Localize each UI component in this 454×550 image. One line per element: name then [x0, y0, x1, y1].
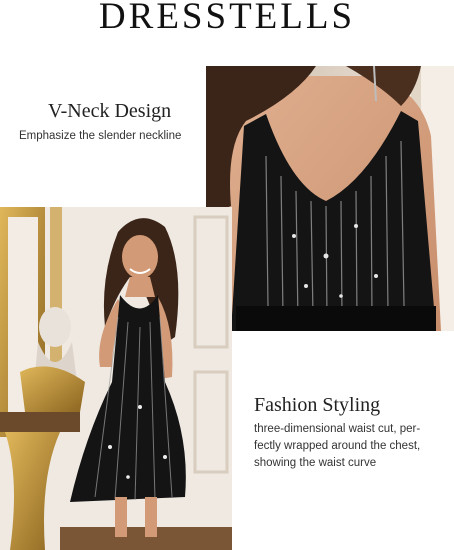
brand-logo: DRESSTELLS	[98, 0, 356, 37]
full-length-dress-photo	[0, 207, 232, 550]
fashion-desc-line: showing the waist curve	[254, 457, 377, 469]
closeup-waistband	[236, 306, 436, 331]
woman-leg-left	[115, 497, 127, 537]
woman-leg-right	[145, 497, 157, 537]
closeup-neckline-photo	[206, 66, 454, 331]
fashion-styling-title: Fashion Styling	[254, 394, 381, 416]
vneck-title: V-Neck Design	[48, 100, 172, 122]
full-illustration	[0, 207, 232, 550]
fashion-desc-line: fectly wrapped around the chest,	[254, 440, 421, 452]
vneck-description: Emphasize the slender neckline	[19, 130, 182, 142]
bust-statue	[39, 307, 71, 347]
fashion-desc-line: three-dimensional waist cut, per-	[254, 423, 421, 435]
fashion-styling-description: three-dimensional waist cut, per- fectly…	[254, 421, 449, 472]
closeup-illustration	[206, 66, 454, 331]
